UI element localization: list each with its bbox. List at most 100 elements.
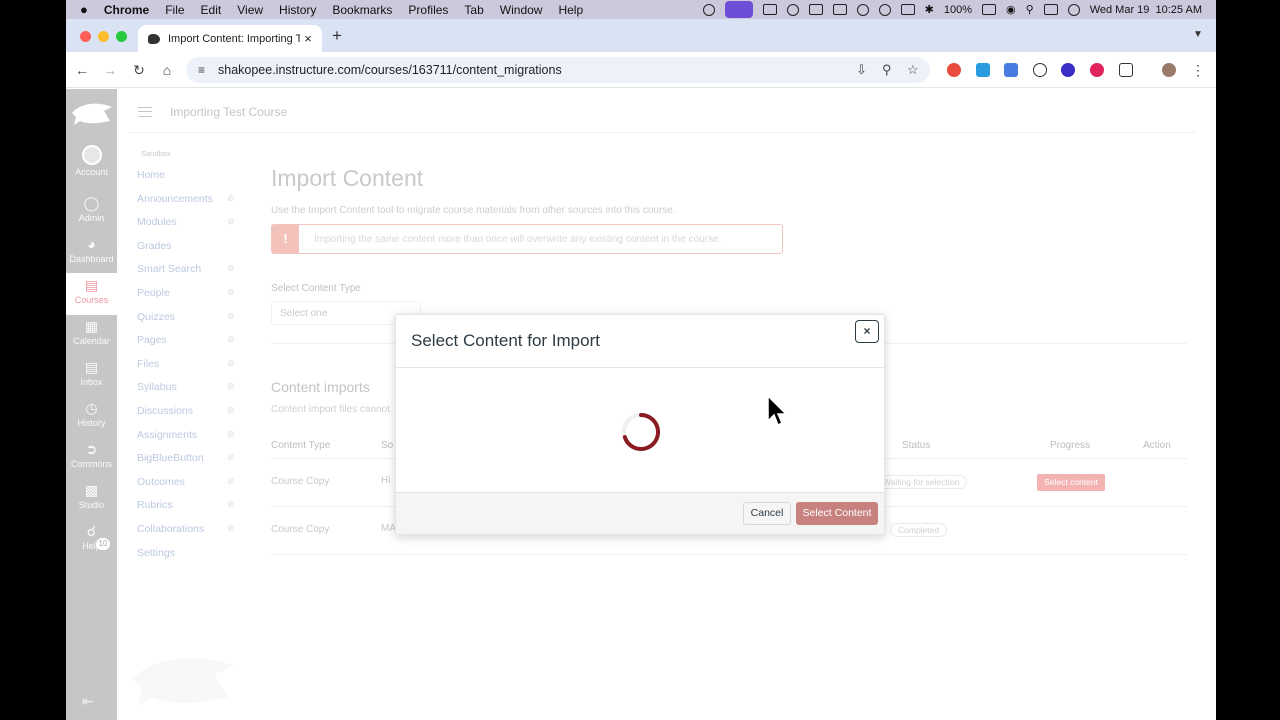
collapse-nav-icon[interactable]: ⇤ bbox=[82, 693, 94, 710]
zoom-window-button[interactable] bbox=[116, 31, 127, 42]
clock[interactable]: Wed Mar 19 10:25 AM bbox=[1090, 4, 1202, 16]
menu-bookmarks[interactable]: Bookmarks bbox=[332, 3, 392, 17]
spotlight-icon[interactable]: ⚲ bbox=[1026, 3, 1034, 16]
global-nav-history[interactable]: ◷ History bbox=[66, 400, 117, 440]
cancel-button[interactable]: Cancel bbox=[743, 502, 791, 525]
close-window-button[interactable] bbox=[80, 31, 91, 42]
menu-help[interactable]: Help bbox=[558, 3, 583, 17]
screen-record-icon[interactable] bbox=[724, 1, 753, 18]
hamburger-menu-icon[interactable] bbox=[138, 107, 152, 117]
menu-profiles[interactable]: Profiles bbox=[408, 3, 448, 17]
status-icon[interactable] bbox=[762, 4, 777, 15]
course-nav-discussions[interactable]: Discussions ⊘ bbox=[137, 405, 247, 429]
zoom-icon[interactable]: ⚲ bbox=[882, 62, 892, 78]
back-icon[interactable]: ← bbox=[72, 60, 92, 80]
course-nav-label: Assignments bbox=[137, 428, 198, 441]
menu-view[interactable]: View bbox=[237, 3, 263, 17]
menu-file[interactable]: File bbox=[165, 3, 184, 17]
extension-icon[interactable] bbox=[1090, 63, 1104, 77]
course-nav-settings[interactable]: Settings bbox=[137, 547, 247, 571]
wifi-icon[interactable]: ◉ bbox=[1006, 3, 1016, 16]
tab-close-button[interactable]: × bbox=[300, 31, 316, 46]
status-icon[interactable] bbox=[702, 3, 715, 16]
course-nav-label: People bbox=[137, 286, 170, 299]
course-nav-assignments[interactable]: Assignments ⊘ bbox=[137, 429, 247, 453]
extension-icon[interactable] bbox=[976, 63, 990, 77]
global-nav-calendar[interactable]: ▦ Calendar bbox=[66, 318, 117, 358]
course-nav-home[interactable]: Home bbox=[137, 169, 247, 193]
address-bar[interactable]: ≡ shakopee.instructure.com/courses/16371… bbox=[186, 57, 930, 83]
course-nav: Sandbox Home Announcements ⊘ Modules ⊘ Gra… bbox=[137, 149, 247, 570]
global-nav-inbox[interactable]: ▤ Inbox bbox=[66, 359, 117, 399]
course-nav-people[interactable]: People ⊘ bbox=[137, 287, 247, 311]
forward-icon[interactable]: → bbox=[100, 60, 120, 80]
status-icon[interactable] bbox=[900, 4, 915, 15]
apple-icon[interactable]: ● bbox=[80, 2, 88, 17]
global-nav-admin[interactable]: ◯ Admin bbox=[66, 195, 117, 235]
extensions-puzzle-icon[interactable] bbox=[1119, 63, 1133, 77]
course-nav-smart-search[interactable]: Smart Search ⊘ bbox=[137, 263, 247, 287]
menu-app[interactable]: Chrome bbox=[104, 3, 149, 17]
course-nav-syllabus[interactable]: Syllabus ⊘ bbox=[137, 381, 247, 405]
status-badge: Completed bbox=[890, 523, 948, 537]
course-nav-grades[interactable]: Grades bbox=[137, 240, 247, 264]
course-nav-modules[interactable]: Modules ⊘ bbox=[137, 216, 247, 240]
home-icon[interactable]: ⌂ bbox=[157, 60, 177, 80]
modal-close-button[interactable]: × bbox=[855, 320, 879, 343]
menu-history[interactable]: History bbox=[279, 3, 316, 17]
course-nav-rubrics[interactable]: Rubrics ⊘ bbox=[137, 499, 247, 523]
course-nav-collaborations[interactable]: Collaborations ⊘ bbox=[137, 523, 247, 547]
status-icon[interactable] bbox=[786, 3, 799, 16]
extension-icon[interactable] bbox=[1033, 63, 1047, 77]
menu-tab[interactable]: Tab bbox=[464, 3, 483, 17]
status-icon[interactable] bbox=[808, 4, 823, 15]
menu-kebab-icon[interactable]: ⋮ bbox=[1188, 60, 1208, 80]
course-nav-bigbluebutton[interactable]: BigBlueButton ⊘ bbox=[137, 452, 247, 476]
reload-icon[interactable]: ↻ bbox=[129, 60, 149, 80]
translate-extension-icon[interactable] bbox=[1004, 63, 1018, 77]
tab-search-icon[interactable]: ▼ bbox=[1188, 25, 1208, 45]
select-content-row-button[interactable]: Select content bbox=[1037, 474, 1105, 491]
site-info-icon[interactable]: ≡ bbox=[198, 63, 205, 77]
course-nav-outcomes[interactable]: Outcomes ⊘ bbox=[137, 476, 247, 500]
course-nav-quizzes[interactable]: Quizzes ⊘ bbox=[137, 311, 247, 335]
siri-icon[interactable] bbox=[1067, 3, 1080, 16]
global-nav-account[interactable]: Account bbox=[66, 145, 117, 185]
status-icon[interactable] bbox=[832, 4, 847, 15]
menu-window[interactable]: Window bbox=[500, 3, 543, 17]
tab-title: Import Content: Importing Te bbox=[168, 32, 300, 45]
global-nav-dashboard[interactable]: ◕ Dashboard bbox=[66, 236, 117, 276]
course-nav-announcements[interactable]: Announcements ⊘ bbox=[137, 193, 247, 217]
tab-strip: Import Content: Importing Te × + ▼ bbox=[66, 19, 1216, 52]
control-center-icon[interactable] bbox=[1043, 4, 1058, 15]
bluetooth-icon[interactable]: ✱ bbox=[925, 3, 934, 16]
browser-tab[interactable]: Import Content: Importing Te × bbox=[138, 25, 322, 52]
bookmark-star-icon[interactable]: ☆ bbox=[907, 62, 919, 78]
status-icon[interactable] bbox=[856, 3, 869, 16]
breadcrumb[interactable]: Importing Test Course bbox=[170, 105, 287, 119]
course-nav-label: Smart Search bbox=[137, 263, 202, 276]
new-tab-button[interactable]: + bbox=[332, 26, 342, 46]
global-nav-studio[interactable]: ▩ Studio bbox=[66, 482, 117, 522]
modal-divider bbox=[396, 367, 884, 368]
profile-avatar[interactable] bbox=[1162, 63, 1176, 77]
extension-icon[interactable] bbox=[947, 63, 961, 77]
minimize-window-button[interactable] bbox=[98, 31, 109, 42]
battery-icon[interactable] bbox=[982, 4, 997, 15]
global-nav-commons[interactable]: ➲ Commons bbox=[66, 441, 117, 481]
extension-icon[interactable] bbox=[1061, 63, 1075, 77]
row-divider bbox=[271, 554, 1187, 555]
url-text[interactable]: shakopee.instructure.com/courses/163711/… bbox=[218, 63, 562, 77]
canvas-page: Account ◯ Admin ◕ Dashboard ▤ Courses ▦ … bbox=[66, 89, 1216, 720]
status-icon[interactable] bbox=[878, 3, 891, 16]
school-logo[interactable] bbox=[70, 99, 114, 129]
menu-edit[interactable]: Edit bbox=[201, 3, 222, 17]
book-icon: ▤ bbox=[84, 277, 99, 293]
course-nav-pages[interactable]: Pages ⊘ bbox=[137, 334, 247, 358]
course-nav-files[interactable]: Files ⊘ bbox=[137, 358, 247, 382]
install-icon[interactable]: ⇩ bbox=[856, 62, 867, 78]
select-content-button[interactable]: Select Content bbox=[796, 502, 878, 525]
global-nav-courses[interactable]: ▤ Courses bbox=[66, 273, 117, 315]
course-nav-label: Home bbox=[137, 169, 166, 181]
course-term: Sandbox bbox=[141, 149, 171, 158]
